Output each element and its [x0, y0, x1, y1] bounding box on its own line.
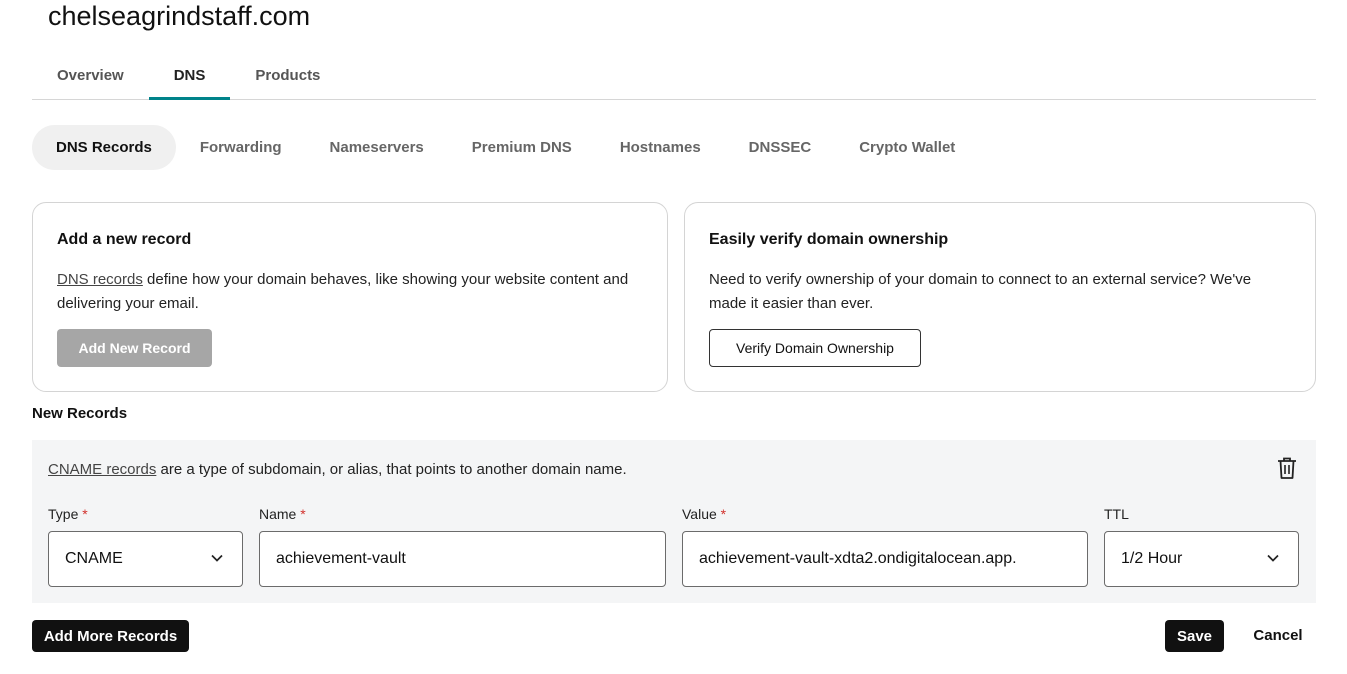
trash-icon[interactable]: [1276, 456, 1298, 480]
chevron-down-icon: [1267, 554, 1279, 562]
value-required-marker: *: [720, 506, 727, 522]
subtab-forwarding[interactable]: Forwarding: [176, 125, 306, 170]
main-tabs: Overview DNS Products: [32, 54, 1316, 100]
subtab-crypto-wallet[interactable]: Crypto Wallet: [835, 125, 979, 170]
new-record-panel: CNAME records are a type of subdomain, o…: [32, 440, 1316, 603]
ttl-select-value: 1/2 Hour: [1121, 550, 1183, 567]
domain-title: chelseagrindstaff.com: [48, 1, 311, 31]
subtab-hostnames[interactable]: Hostnames: [596, 125, 725, 170]
type-select-value: CNAME: [65, 550, 123, 567]
type-select[interactable]: CNAME: [48, 531, 243, 587]
dns-sub-tabs: DNS Records Forwarding Nameservers Premi…: [32, 125, 979, 170]
cname-records-link[interactable]: CNAME records: [48, 461, 156, 478]
verify-ownership-description: Need to verify ownership of your domain …: [709, 271, 1252, 312]
add-new-record-button[interactable]: Add New Record: [57, 329, 212, 367]
name-label: Name *: [259, 506, 306, 522]
add-record-description-text: define how your domain behaves, like sho…: [57, 271, 629, 312]
record-description-text: are a type of subdomain, or alias, that …: [156, 461, 627, 478]
add-record-card: Add a new record DNS records define how …: [32, 202, 668, 392]
type-label-text: Type: [48, 506, 79, 522]
ttl-label: TTL: [1104, 506, 1129, 522]
subtab-dns-records[interactable]: DNS Records: [32, 125, 176, 170]
add-record-description: DNS records define how your domain behav…: [57, 268, 643, 316]
tab-dns[interactable]: DNS: [148, 54, 231, 100]
verify-domain-ownership-button[interactable]: Verify Domain Ownership: [709, 329, 921, 367]
value-label: Value *: [682, 506, 726, 522]
name-input[interactable]: achievement-vault: [259, 531, 666, 587]
add-more-records-button[interactable]: Add More Records: [32, 620, 189, 652]
subtab-premium-dns[interactable]: Premium DNS: [448, 125, 596, 170]
type-required-marker: *: [82, 506, 88, 522]
record-description: CNAME records are a type of subdomain, o…: [48, 461, 627, 478]
verify-ownership-title: Easily verify domain ownership: [709, 231, 949, 248]
type-label: Type *: [48, 506, 88, 522]
dns-records-link[interactable]: DNS records: [57, 271, 143, 288]
save-button[interactable]: Save: [1165, 620, 1224, 652]
verify-ownership-card: Easily verify domain ownership Need to v…: [684, 202, 1316, 392]
tab-products[interactable]: Products: [230, 54, 345, 99]
value-input[interactable]: achievement-vault-xdta2.ondigitalocean.a…: [682, 531, 1088, 587]
cancel-button[interactable]: Cancel: [1244, 627, 1312, 644]
add-record-title: Add a new record: [57, 231, 192, 248]
value-label-text: Value: [682, 506, 717, 522]
name-label-text: Name: [259, 506, 297, 522]
name-required-marker: *: [300, 506, 306, 522]
new-records-label: New Records: [32, 405, 128, 422]
tab-overview[interactable]: Overview: [32, 54, 149, 99]
subtab-nameservers[interactable]: Nameservers: [306, 125, 448, 170]
ttl-select[interactable]: 1/2 Hour: [1104, 531, 1299, 587]
subtab-dnssec[interactable]: DNSSEC: [725, 125, 836, 170]
chevron-down-icon: [211, 554, 223, 562]
